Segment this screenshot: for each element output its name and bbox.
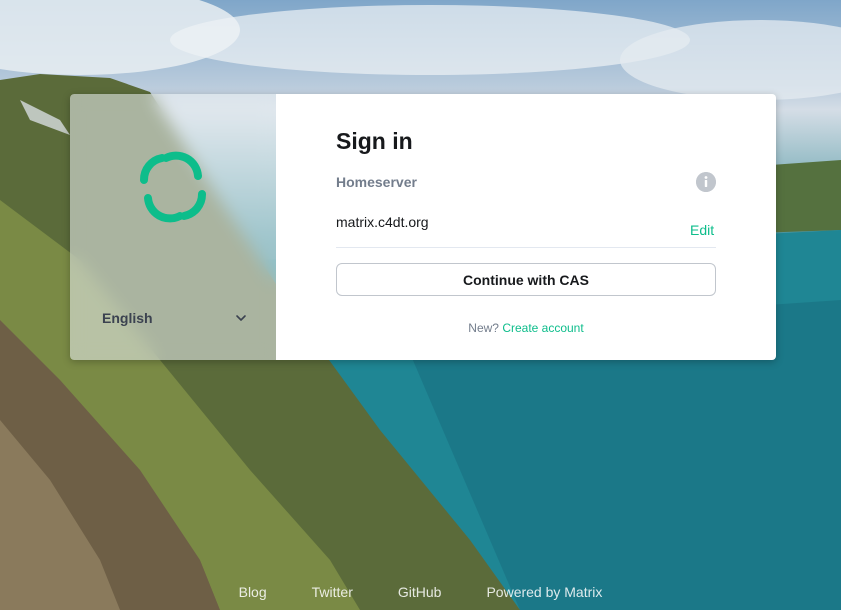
create-account-row: New? Create account: [336, 321, 716, 335]
login-card: English Sign in Homeserver matrix.c4dt.o…: [70, 94, 776, 360]
new-prompt: New?: [468, 321, 499, 335]
continue-with-cas-button[interactable]: Continue with CAS: [336, 263, 716, 296]
card-left-panel: English: [70, 94, 276, 360]
footer-links: Blog Twitter GitHub Powered by Matrix: [0, 584, 841, 600]
info-icon[interactable]: [696, 172, 716, 192]
element-logo-icon: [140, 151, 206, 223]
chevron-down-icon: [236, 315, 246, 321]
language-selector[interactable]: English: [102, 308, 247, 328]
create-account-link[interactable]: Create account: [502, 321, 583, 335]
divider: [336, 247, 716, 248]
footer-link-powered-by-matrix[interactable]: Powered by Matrix: [486, 584, 602, 600]
language-label: English: [102, 310, 153, 326]
footer-link-github[interactable]: GitHub: [398, 584, 442, 600]
homeserver-label: Homeserver: [336, 174, 417, 190]
page-title: Sign in: [336, 128, 413, 154]
footer-link-blog[interactable]: Blog: [239, 584, 267, 600]
signin-panel: Sign in Homeserver matrix.c4dt.org Edit …: [276, 94, 776, 360]
edit-homeserver-link[interactable]: Edit: [690, 222, 714, 238]
footer-link-twitter[interactable]: Twitter: [312, 584, 353, 600]
homeserver-value: matrix.c4dt.org: [336, 214, 429, 230]
